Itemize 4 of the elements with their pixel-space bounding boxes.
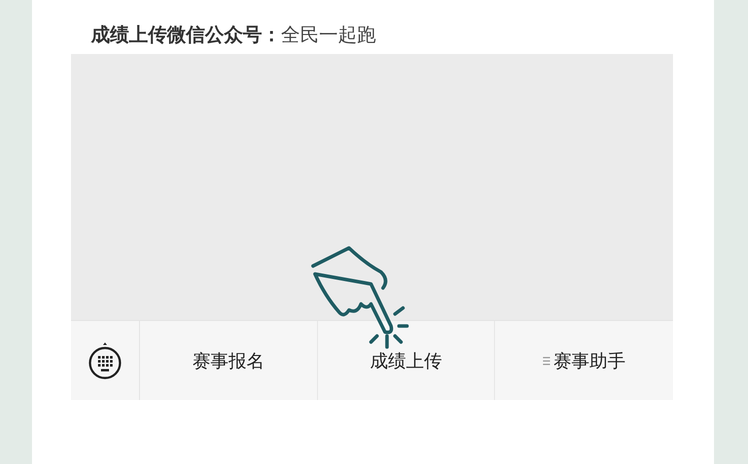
heading-label: 成绩上传微信公众号： — [91, 23, 281, 48]
heading-value: 全民一起跑 — [281, 23, 376, 48]
keyboard-icon[interactable] — [88, 342, 122, 380]
menu-icon — [542, 356, 550, 364]
